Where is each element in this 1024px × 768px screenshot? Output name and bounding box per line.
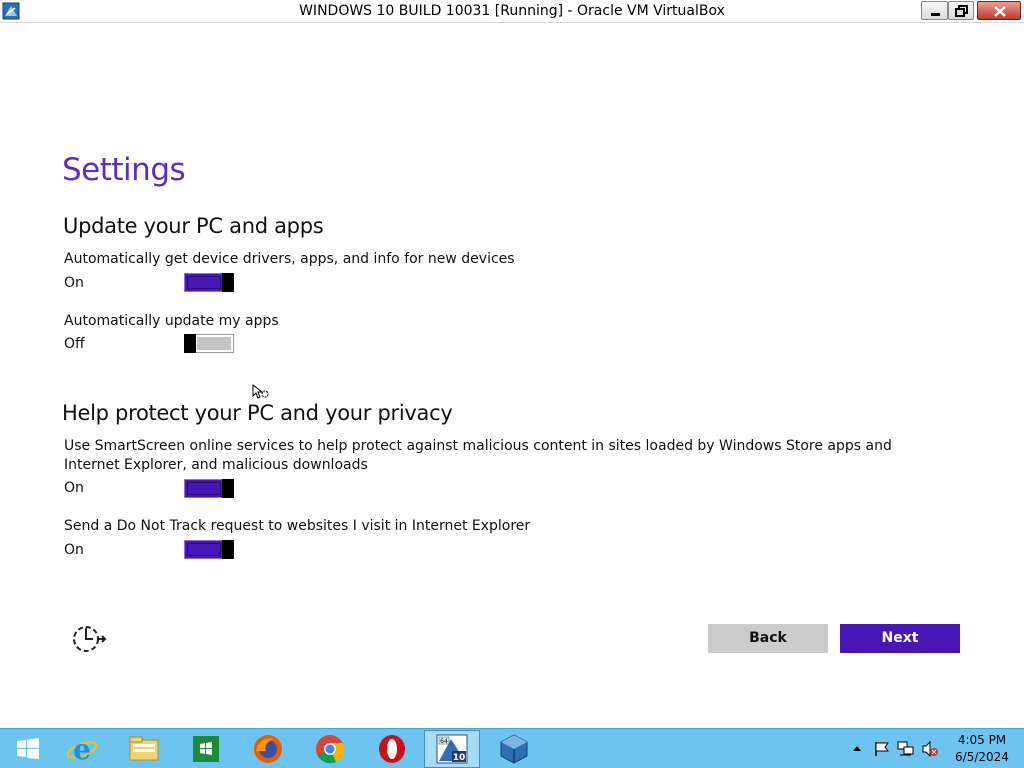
volume-muted-icon[interactable] bbox=[921, 741, 939, 757]
clock-time: 4:05 PM bbox=[957, 733, 1007, 747]
setting-state-update-apps: Off bbox=[64, 336, 85, 352]
network-icon[interactable] bbox=[897, 741, 915, 757]
opera-icon bbox=[379, 735, 405, 763]
update-apps-toggle[interactable] bbox=[184, 334, 234, 353]
device-drivers-toggle[interactable] bbox=[184, 273, 234, 292]
setting-state-smartscreen: On bbox=[64, 480, 84, 496]
svg-text:64: 64 bbox=[440, 738, 448, 745]
taskbar-firefox[interactable] bbox=[240, 730, 296, 768]
mouse-cursor-icon bbox=[252, 384, 269, 399]
virtualbox-icon bbox=[500, 734, 528, 764]
section-title-privacy: Help protect your PC and your privacy bbox=[62, 401, 453, 425]
file-explorer-icon bbox=[129, 736, 159, 761]
taskbar-clock[interactable]: 4:05 PM 6/5/2024 bbox=[952, 732, 1012, 766]
internet-explorer-icon: e bbox=[66, 733, 98, 765]
setting-state-do-not-track: On bbox=[64, 542, 84, 558]
windows-10-vm-icon: 64 10 bbox=[436, 734, 468, 764]
chrome-icon bbox=[316, 735, 345, 764]
close-icon bbox=[994, 6, 1006, 17]
section-title-update: Update your PC and apps bbox=[63, 214, 324, 238]
setting-label-device-drivers: Automatically get device drivers, apps, … bbox=[64, 251, 515, 267]
taskbar-opera[interactable] bbox=[364, 730, 420, 768]
clock-date: 6/5/2024 bbox=[955, 750, 1009, 764]
windows-store-icon bbox=[193, 736, 219, 762]
setting-label-do-not-track: Send a Do Not Track request to websites … bbox=[64, 518, 531, 534]
toggle-knob bbox=[222, 479, 234, 498]
setting-label-update-apps: Automatically update my apps bbox=[64, 313, 279, 329]
page-title: Settings bbox=[62, 152, 186, 188]
taskbar-file-explorer[interactable] bbox=[116, 730, 172, 768]
setup-settings-page: Settings Update your PC and apps Automat… bbox=[0, 24, 1024, 728]
next-button[interactable]: Next bbox=[840, 624, 960, 653]
window-title: WINDOWS 10 BUILD 10031 [Running] - Oracl… bbox=[299, 3, 725, 19]
taskbar-internet-explorer[interactable]: e bbox=[54, 730, 110, 768]
windows-start-icon bbox=[17, 738, 39, 759]
do-not-track-toggle[interactable] bbox=[184, 540, 234, 559]
back-button[interactable]: Back bbox=[708, 624, 828, 653]
svg-text:e: e bbox=[73, 733, 91, 765]
taskbar-chrome[interactable] bbox=[302, 730, 358, 768]
minimize-button[interactable] bbox=[921, 1, 948, 20]
toggle-knob bbox=[222, 540, 234, 559]
toggle-knob bbox=[222, 273, 234, 292]
taskbar-windows-10-vm[interactable]: 64 10 bbox=[424, 730, 480, 768]
taskbar-virtualbox[interactable] bbox=[486, 730, 542, 768]
restore-button[interactable] bbox=[948, 1, 974, 20]
setting-state-device-drivers: On bbox=[64, 275, 84, 291]
setting-label-smartscreen: Use SmartScreen online services to help … bbox=[64, 438, 892, 473]
taskbar: e 64 10 4:05 PM 6/5/2024 bbox=[0, 728, 1024, 768]
ease-of-access-icon[interactable] bbox=[70, 624, 108, 654]
svg-text:10: 10 bbox=[453, 753, 466, 763]
minimize-icon bbox=[931, 13, 940, 16]
smartscreen-toggle[interactable] bbox=[184, 479, 234, 498]
firefox-icon bbox=[254, 735, 282, 763]
toggle-knob bbox=[184, 334, 196, 353]
action-center-flag-icon[interactable] bbox=[873, 741, 891, 757]
show-hidden-icons-icon[interactable] bbox=[851, 743, 863, 753]
taskbar-windows-store[interactable] bbox=[178, 730, 234, 768]
restore-icon bbox=[955, 5, 968, 17]
window-titlebar[interactable]: WINDOWS 10 BUILD 10031 [Running] - Oracl… bbox=[0, 0, 1024, 23]
start-button[interactable] bbox=[0, 730, 56, 768]
close-button[interactable] bbox=[977, 1, 1021, 20]
